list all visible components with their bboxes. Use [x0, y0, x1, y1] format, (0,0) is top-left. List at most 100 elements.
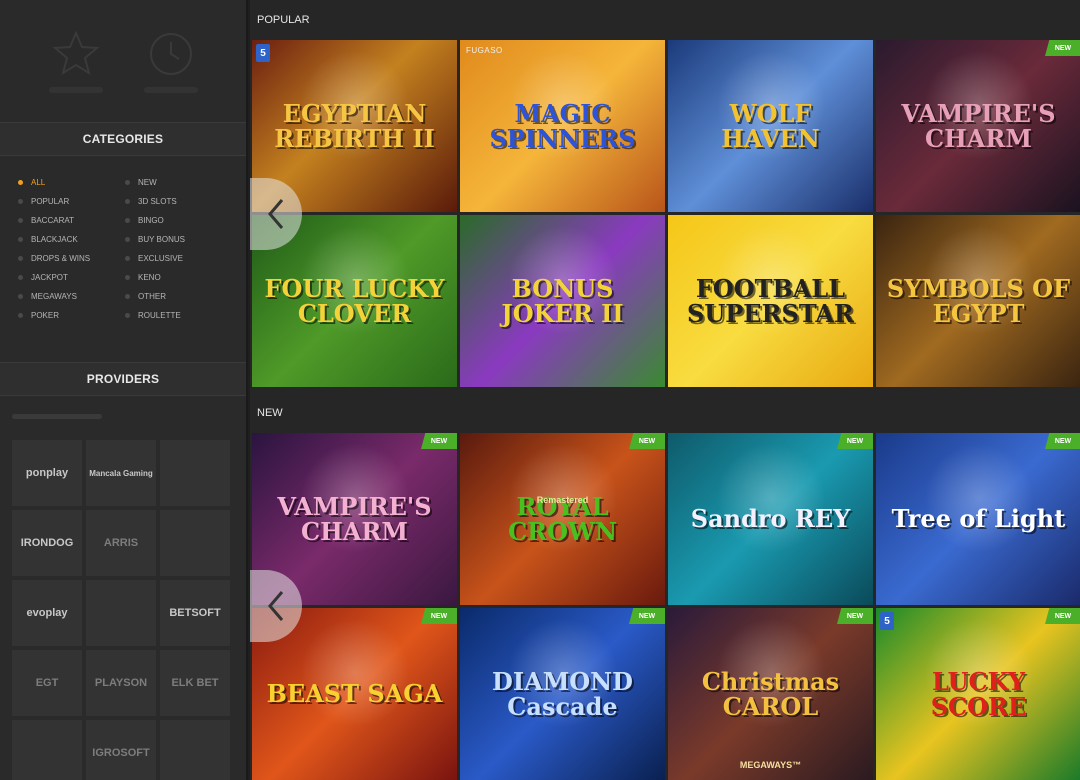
game-title: WOLF HAVEN [721, 98, 820, 153]
game-tile[interactable]: SYMBOLS OF EGYPT [876, 215, 1080, 387]
category-label: ALL [31, 178, 46, 187]
provider-logo[interactable] [160, 440, 230, 506]
category-dot-icon [125, 256, 130, 261]
game-tile[interactable]: Christmas CAROL MEGAWAYS™ NEW [668, 608, 873, 780]
provider-logo[interactable] [160, 510, 230, 576]
category-label: POKER [31, 311, 60, 320]
category-item[interactable]: KENO [125, 271, 232, 284]
category-label: NEW [138, 178, 157, 187]
new-badge: NEW [1045, 608, 1080, 624]
game-title: DIAMOND Cascade [492, 666, 633, 721]
game-title: Christmas CAROL [701, 666, 840, 721]
category-item[interactable]: EXCLUSIVE [125, 252, 232, 265]
favorites-link[interactable] [41, 29, 111, 93]
category-dot-icon [18, 218, 23, 223]
game-title: BEAST SAGA [266, 679, 443, 709]
category-dot-icon [125, 218, 130, 223]
category-item[interactable]: NEW [125, 176, 232, 189]
category-label: OTHER [138, 292, 166, 301]
provider-logo[interactable]: ponplay [12, 440, 82, 506]
star-icon [51, 30, 100, 76]
game-tile[interactable]: WOLF HAVEN [668, 40, 873, 212]
game-tile[interactable]: Sandro REY NEW [668, 433, 873, 605]
category-label: BUY BONUS [138, 235, 185, 244]
game-artwork [300, 618, 410, 728]
category-label: BLACKJACK [31, 235, 78, 244]
games-area: POPULAR EGYPTIAN REBIRTH II 5 MAGIC SPINNE… [250, 0, 1080, 780]
game-title: BONUS JOKER II [501, 273, 624, 328]
category-item[interactable]: POKER [18, 309, 125, 322]
category-item[interactable]: BINGO [125, 214, 232, 227]
provider-logo[interactable]: IGROSOFT [86, 720, 156, 780]
provider-logo[interactable] [12, 720, 82, 780]
new-badge: NEW [837, 433, 873, 449]
new-badge: NEW [421, 433, 457, 449]
category-dot-icon [125, 294, 130, 299]
category-label: EXCLUSIVE [138, 254, 183, 263]
category-dot-icon [125, 237, 130, 242]
category-label: BINGO [138, 216, 164, 225]
new-badge: NEW [629, 608, 665, 624]
category-label: DROPS & WINS [31, 254, 91, 263]
provider-logo[interactable]: Mancala Gaming [86, 440, 156, 506]
game-tile[interactable]: Tree of Light NEW [876, 433, 1080, 605]
game-tile[interactable]: VAMPIRE'S CHARM NEW [876, 40, 1080, 212]
new-badge: NEW [837, 608, 873, 624]
category-item[interactable]: BUY BONUS [125, 233, 232, 246]
provider-logo[interactable]: PLAYSON [86, 650, 156, 716]
provider-logo[interactable] [86, 580, 156, 646]
recent-link[interactable] [136, 29, 206, 93]
category-item[interactable]: BACCARAT [18, 214, 125, 227]
category-item[interactable]: POPULAR [18, 195, 125, 208]
providers-header: PROVIDERS [0, 362, 246, 396]
popular-games-grid: EGYPTIAN REBIRTH II 5 MAGIC SPINNERS FUGASO… [250, 40, 1080, 387]
provider-logo[interactable] [160, 720, 230, 780]
category-dot-icon [18, 256, 23, 261]
sidebar-top-icons [0, 0, 246, 122]
chevron-left-icon [268, 591, 284, 621]
category-item[interactable]: BLACKJACK [18, 233, 125, 246]
game-tile[interactable]: ROYAL CROWN Remastered NEW [460, 433, 665, 605]
provider-logo[interactable]: BETSOFT [160, 580, 230, 646]
game-tile[interactable]: FOOTBALL SUPERSTAR [668, 215, 873, 387]
game-title: LUCKY SCORE [930, 666, 1027, 721]
provider-logo[interactable]: evoplay [12, 580, 82, 646]
game-tile[interactable]: LUCKY SCORE 5 NEW [876, 608, 1080, 780]
category-item[interactable]: ROULETTE [125, 309, 232, 322]
game-title: FOOTBALL SUPERSTAR [687, 273, 854, 328]
game-subtitle: MEGAWAYS™ [739, 760, 802, 770]
sidebar: CATEGORIES ALL NEW POPULAR 3D SLOTS BACCARAT… [0, 0, 248, 780]
category-label: KENO [138, 273, 161, 282]
provider-badge-icon: 5 [256, 44, 270, 62]
category-item[interactable]: ALL [18, 176, 125, 189]
category-label: MEGAWAYS [31, 292, 77, 301]
category-label: BACCARAT [31, 216, 74, 225]
category-item[interactable]: DROPS & WINS [18, 252, 125, 265]
category-dot-icon [18, 275, 23, 280]
category-label: 3D SLOTS [138, 197, 177, 206]
category-item[interactable]: OTHER [125, 290, 232, 303]
game-title: EGYPTIAN REBIRTH II [274, 98, 435, 153]
game-tile[interactable]: MAGIC SPINNERS FUGASO [460, 40, 665, 212]
category-dot-icon [18, 199, 23, 204]
category-item[interactable]: 3D SLOTS [125, 195, 232, 208]
section-title-popular: POPULAR [257, 14, 310, 26]
section-title-new: NEW [257, 407, 283, 419]
provider-search[interactable] [12, 404, 234, 428]
category-label: POPULAR [31, 197, 70, 206]
category-item[interactable]: JACKPOT [18, 271, 125, 284]
game-title: VAMPIRE'S CHARM [277, 491, 432, 546]
category-item[interactable]: MEGAWAYS [18, 290, 125, 303]
provider-logo[interactable]: EGT [12, 650, 82, 716]
category-dot-icon [18, 180, 23, 185]
game-tile[interactable]: BONUS JOKER II [460, 215, 665, 387]
categories-header: CATEGORIES [0, 122, 246, 156]
category-dot-icon [18, 237, 23, 242]
provider-logo[interactable]: IRONDOG [12, 510, 82, 576]
game-title: SYMBOLS OF EGYPT [886, 273, 1071, 328]
provider-logo[interactable]: ELK BET [160, 650, 230, 716]
game-tile[interactable]: DIAMOND Cascade NEW [460, 608, 665, 780]
provider-search-placeholder [12, 413, 102, 419]
provider-logo[interactable]: ARRIS [86, 510, 156, 576]
game-artwork [716, 443, 826, 553]
